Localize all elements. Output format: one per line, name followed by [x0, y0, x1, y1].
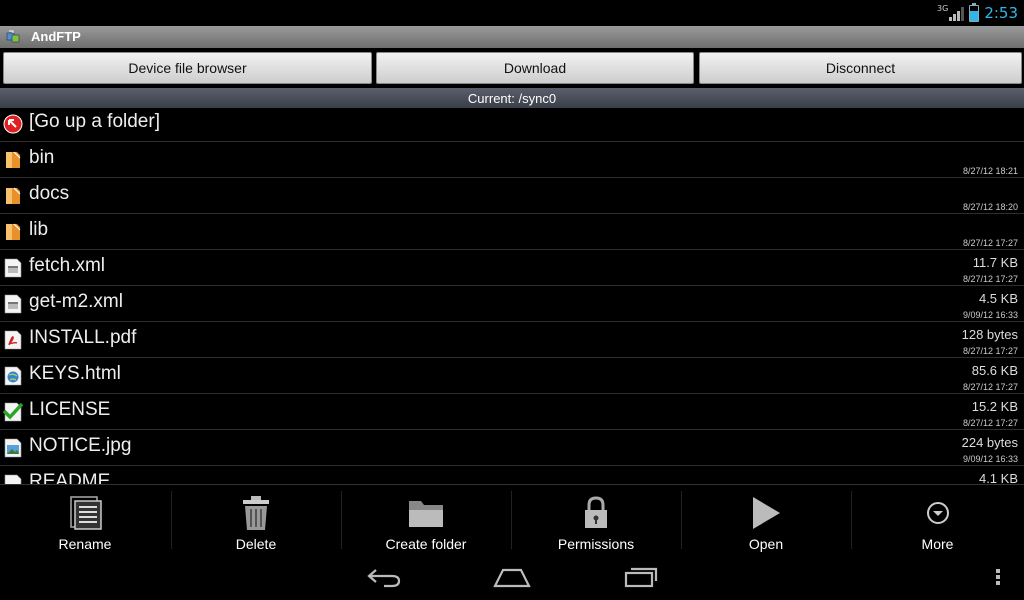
andftp-app-icon [6, 30, 20, 43]
open-button[interactable]: Open [681, 485, 851, 555]
checked-file-icon [3, 402, 23, 422]
file-date: 8/27/12 17:27 [962, 238, 1018, 248]
folder-icon [6, 151, 21, 168]
list-item-file[interactable]: get-m2.xml 4.5 KB 9/09/12 16:33 [0, 286, 1024, 322]
open-label: Open [748, 536, 784, 552]
file-name: [Go up a folder] [29, 111, 160, 132]
rename-button[interactable]: Rename [0, 485, 170, 555]
app-title: AndFTP [31, 29, 81, 44]
list-item-file[interactable]: README 4.1 KB [0, 466, 1024, 484]
file-name: LICENSE [29, 399, 111, 420]
system-navigation-bar [0, 554, 1024, 600]
file-date: 8/27/12 17:27 [962, 274, 1018, 284]
xml-file-icon [4, 294, 22, 314]
file-size: 15.2 KB [971, 399, 1018, 414]
file-size: 128 bytes [961, 327, 1018, 342]
back-icon[interactable] [364, 562, 404, 592]
list-item-file[interactable]: NOTICE.jpg 224 bytes 9/09/12 16:33 [0, 430, 1024, 466]
battery-icon [969, 2, 980, 22]
action-bar: Rename Delete Create folder Permissions … [0, 484, 1024, 555]
device-file-browser-button[interactable]: Device file browser [3, 52, 372, 84]
file-date: 9/09/12 16:33 [962, 310, 1018, 320]
file-name: bin [29, 147, 55, 168]
overflow-menu-icon[interactable] [990, 562, 1006, 592]
more-chevron-icon [918, 493, 958, 533]
pdf-file-icon [4, 330, 22, 350]
permissions-button[interactable]: Permissions [511, 485, 681, 555]
file-name: NOTICE.jpg [29, 435, 132, 456]
list-item-file[interactable]: KEYS.html 85.6 KB 8/27/12 17:27 [0, 358, 1024, 394]
disconnect-button[interactable]: Disconnect [699, 52, 1022, 84]
file-date: 8/27/12 18:21 [962, 166, 1018, 176]
list-item-folder[interactable]: bin 8/27/12 18:21 [0, 142, 1024, 178]
list-item-go-up[interactable]: [Go up a folder] [0, 106, 1024, 142]
home-icon[interactable] [492, 562, 532, 592]
file-size: 4.1 KB [978, 471, 1018, 484]
delete-button[interactable]: Delete [171, 485, 341, 555]
file-date: 8/27/12 18:20 [962, 202, 1018, 212]
play-icon [746, 493, 786, 533]
top-button-bar: Device file browser Download Disconnect [0, 50, 1024, 86]
network-type-label: 3G [937, 3, 949, 13]
file-date: 8/27/12 17:27 [962, 418, 1018, 428]
html-file-icon [4, 366, 22, 386]
file-name: lib [29, 219, 49, 240]
battery-level-fill [970, 10, 979, 21]
file-name: docs [29, 183, 70, 204]
more-button[interactable]: More [851, 485, 1024, 555]
rename-label: Rename [58, 536, 112, 552]
go-up-icon [3, 114, 23, 134]
status-bar: 3G 2:53 [0, 0, 1024, 25]
download-button[interactable]: Download [376, 52, 694, 84]
status-indicators: 3G 2:53 [937, 2, 1018, 24]
file-name: KEYS.html [29, 363, 121, 384]
create-folder-label: Create folder [385, 536, 467, 552]
rename-icon [65, 493, 105, 533]
clock: 2:53 [984, 4, 1018, 22]
file-date: 8/27/12 17:27 [962, 346, 1018, 356]
lock-icon [576, 493, 616, 533]
folder-icon [6, 223, 21, 240]
more-label: More [921, 536, 954, 552]
create-folder-button[interactable]: Create folder [341, 485, 511, 555]
image-file-icon [4, 438, 22, 458]
text-file-icon [4, 474, 22, 484]
file-name: INSTALL.pdf [29, 327, 137, 348]
list-item-folder[interactable]: lib 8/27/12 17:27 [0, 214, 1024, 250]
list-item-file[interactable]: fetch.xml 11.7 KB 8/27/12 17:27 [0, 250, 1024, 286]
permissions-label: Permissions [557, 536, 635, 552]
folder-add-icon [406, 493, 446, 533]
list-item-folder[interactable]: docs 8/27/12 18:20 [0, 178, 1024, 214]
list-item-file[interactable]: LICENSE 15.2 KB 8/27/12 17:27 [0, 394, 1024, 430]
folder-icon [6, 187, 21, 204]
delete-label: Delete [235, 536, 277, 552]
file-date: 9/09/12 16:33 [962, 454, 1018, 464]
current-path-bar: Current: /sync0 [0, 88, 1024, 108]
file-name: get-m2.xml [29, 291, 123, 312]
file-size: 4.5 KB [978, 291, 1018, 306]
file-size: 224 bytes [961, 435, 1018, 450]
remote-file-list[interactable]: [Go up a folder] bin 8/27/12 18:21 docs … [0, 106, 1024, 484]
trash-icon [236, 493, 276, 533]
file-name: README [29, 471, 111, 484]
recent-apps-icon[interactable] [621, 562, 661, 592]
file-size: 11.7 KB [972, 255, 1018, 270]
file-name: fetch.xml [29, 255, 106, 276]
xml-file-icon [4, 258, 22, 278]
list-item-file[interactable]: INSTALL.pdf 128 bytes 8/27/12 17:27 [0, 322, 1024, 358]
file-date: 8/27/12 17:27 [962, 382, 1018, 392]
signal-strength-icon [949, 6, 965, 21]
file-size: 85.6 KB [971, 363, 1018, 378]
app-title-bar: AndFTP [0, 26, 1024, 48]
